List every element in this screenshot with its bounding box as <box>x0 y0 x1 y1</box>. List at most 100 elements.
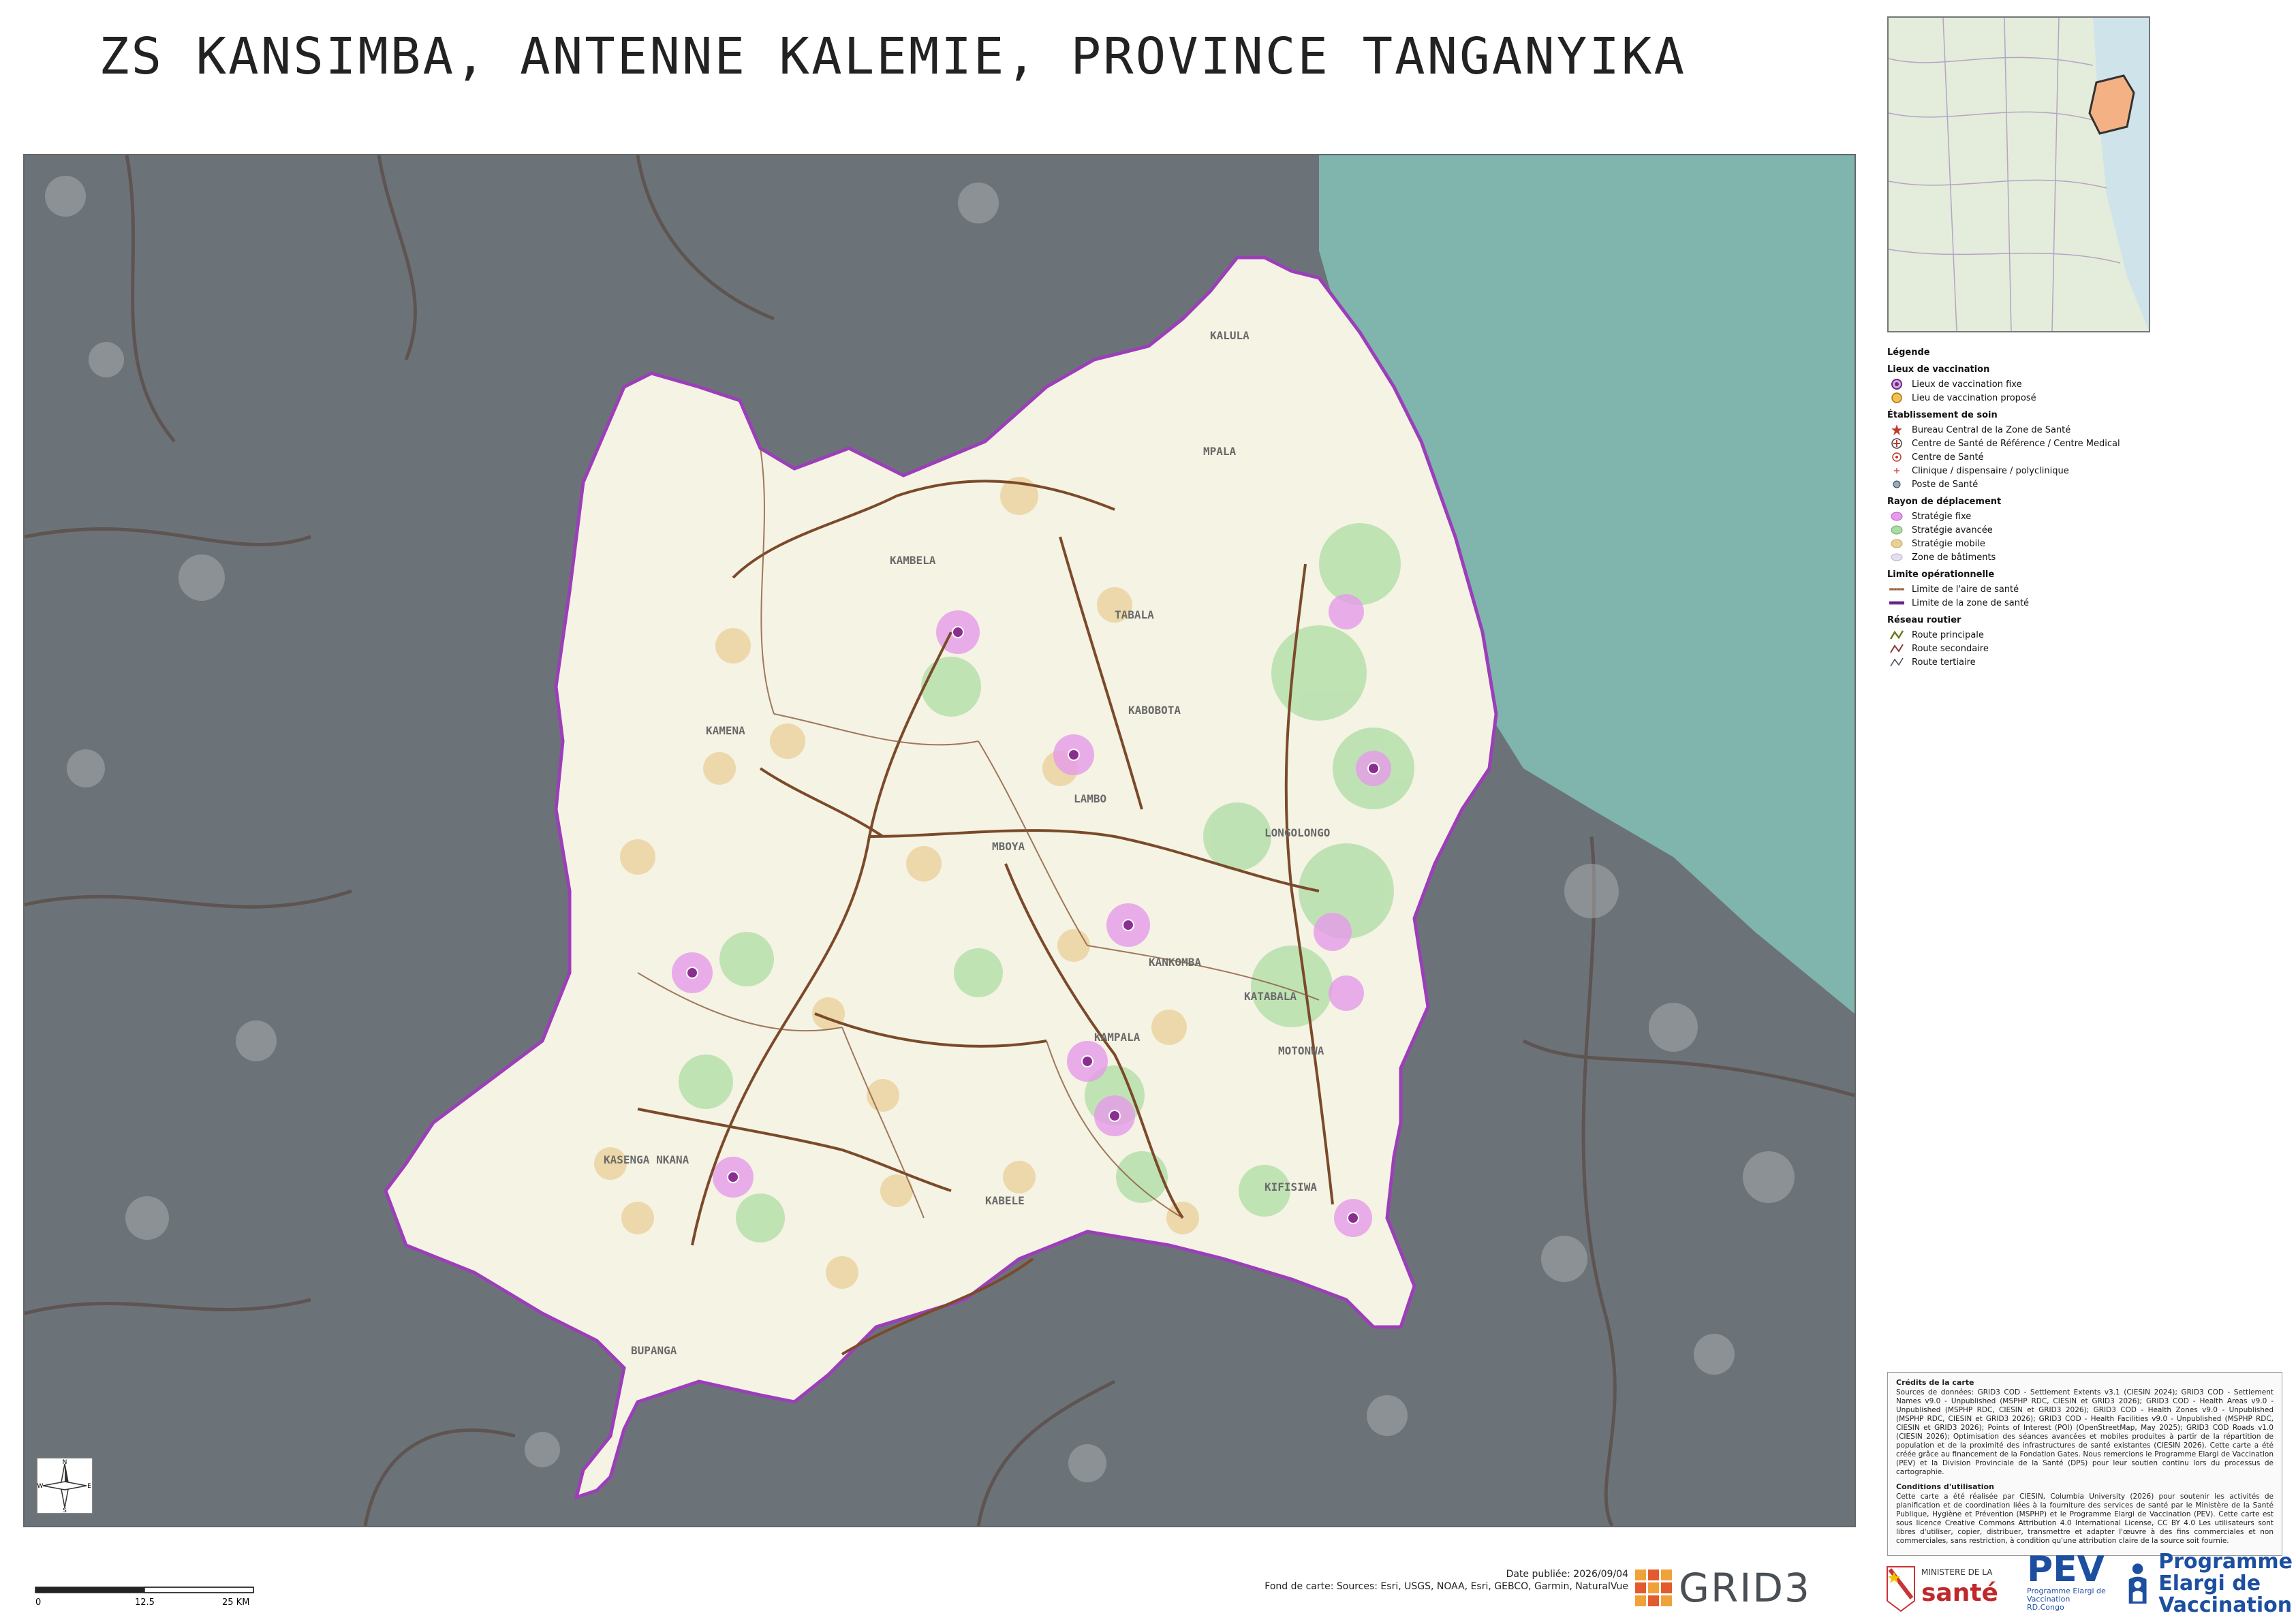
fixed-vaccination-icon <box>1887 378 1906 390</box>
legend-label: Bureau Central de la Zone de Santé <box>1912 424 2071 435</box>
legend-label: Route tertiaire <box>1912 657 1976 668</box>
main-map[interactable]: KALULA MPALA KAMBELA KAMENA KABOBOTA LAM… <box>23 154 1856 1527</box>
legend-label: Limite de l'aire de santé <box>1912 584 2019 595</box>
grid3-mark-icon <box>1635 1570 1672 1606</box>
place-label: KAMENA <box>706 724 745 737</box>
place-label: KABELE <box>985 1194 1025 1207</box>
place-label: TABALA <box>1115 608 1154 621</box>
north-arrow: N S E W <box>37 1458 93 1514</box>
legend-row: Stratégie fixe <box>1887 510 2269 523</box>
programme-elargi-text: Programme Elargi de Vaccination <box>2158 1551 2293 1617</box>
place-label: KALULA <box>1210 329 1250 342</box>
ministry-small-text: MINISTERE DE LA <box>1921 1567 1993 1577</box>
legend-row: Zone de bâtiments <box>1887 550 2269 564</box>
legend-row: Bureau Central de la Zone de Santé <box>1887 423 2269 437</box>
west-label: W <box>37 1483 44 1490</box>
legend-section-roads: Réseau routier <box>1887 615 1961 625</box>
legend-row: Lieu de vaccination proposé <box>1887 391 2269 405</box>
east-label: E <box>87 1483 91 1490</box>
legend-section-travel: Rayon de déplacement <box>1887 497 2002 507</box>
credits-box: Crédits de la carte Sources de données: … <box>1887 1372 2282 1556</box>
scale-label: 25 KM <box>222 1597 249 1608</box>
legend-row: Route tertiaire <box>1887 655 2269 669</box>
vaccination-family-icon <box>2128 1563 2147 1604</box>
legend-section-vaccination: Lieux de vaccination <box>1887 364 1990 375</box>
place-label: KABOBOTA <box>1128 704 1181 717</box>
legend-label: Stratégie avancée <box>1912 525 1993 535</box>
north-label: N <box>63 1459 67 1466</box>
credits-sources: Sources de données: GRID3 COD - Settleme… <box>1896 1388 2274 1476</box>
place-label: MOTONWA <box>1278 1044 1324 1057</box>
legend-title: Légende <box>1887 347 1930 358</box>
legend-section-facility: Établissement de soin <box>1887 410 1998 420</box>
fixed-strategy-swatch <box>1887 510 1906 522</box>
place-label: MPALA <box>1203 445 1237 458</box>
locator-inset-map <box>1887 16 2150 332</box>
inset-highlight-zone <box>2088 74 2135 135</box>
scale-label: 0 <box>35 1597 41 1608</box>
scale-label: 12.5 <box>135 1597 155 1608</box>
conditions-heading: Conditions d'utilisation <box>1896 1482 1994 1491</box>
star-icon <box>1887 424 1906 436</box>
pev-logo: PEV Programme Elargi de Vaccination RD.C… <box>2027 1552 2122 1617</box>
pev-logo-country: RD.Congo <box>2027 1603 2064 1612</box>
place-label: KASENGA NKANA <box>604 1153 689 1166</box>
proposed-vaccination-icon <box>1887 392 1906 404</box>
legend-label: Limite de la zone de santé <box>1912 597 2030 608</box>
ministry-of-health-logo: MINISTERE DE LA santé <box>1880 1553 2030 1614</box>
legend-label: Clinique / dispensaire / polyclinique <box>1912 465 2069 476</box>
legend-label: Route principale <box>1912 629 1984 640</box>
place-label: KAMBELA <box>890 554 936 567</box>
legend-label: Centre de Santé de Référence / Centre Me… <box>1912 438 2120 449</box>
main-road-line <box>1887 629 1906 641</box>
grid3-logo: GRID3 <box>1635 1564 1853 1612</box>
legend-label: Lieu de vaccination proposé <box>1912 392 2036 403</box>
legend-label: Stratégie mobile <box>1912 538 1985 549</box>
pev-logo-subtitle: Programme Elargi de Vaccination <box>2027 1587 2106 1604</box>
pev-logo-text: PEV <box>2027 1549 2105 1590</box>
ministry-big-text: santé <box>1921 1579 1998 1607</box>
grid3-logo-text: GRID3 <box>1679 1565 1811 1611</box>
legend-row: Limite de la zone de santé <box>1887 596 2269 610</box>
map-title: ZS KANSIMBA, ANTENNE KALEMIE, PROVINCE T… <box>98 27 1687 86</box>
legend-label: Zone de bâtiments <box>1912 552 1996 563</box>
tertiary-road-line <box>1887 656 1906 668</box>
map-canvas: KALULA MPALA KAMBELA KAMENA KABOBOTA LAM… <box>25 155 1855 1526</box>
health-post-icon <box>1887 478 1906 490</box>
legend-row: Route principale <box>1887 628 2269 642</box>
legend-row: Stratégie mobile <box>1887 537 2269 550</box>
legend-row: Poste de Santé <box>1887 478 2269 491</box>
legend-label: Poste de Santé <box>1912 479 1979 490</box>
clinic-icon <box>1887 465 1906 477</box>
place-label: KANKOMBA <box>1149 956 1201 969</box>
legend-row: Clinique / dispensaire / polyclinique <box>1887 464 2269 478</box>
cross-circle-icon <box>1887 437 1906 450</box>
mobile-strategy-swatch <box>1887 537 1906 550</box>
place-label: LONGOLONGO <box>1265 826 1330 839</box>
place-label: MBOYA <box>992 840 1025 853</box>
compass-icon: N S E W <box>37 1459 92 1514</box>
south-label: S <box>63 1508 67 1513</box>
legend-label: Route secondaire <box>1912 643 1989 654</box>
legend-label: Centre de Santé <box>1912 452 1984 463</box>
advanced-strategy-swatch <box>1887 524 1906 536</box>
inset-canvas <box>1889 18 2149 331</box>
scale-bar: 0 12.5 25 KM <box>33 1584 258 1612</box>
programme-line: Elargi de <box>2158 1572 2261 1595</box>
health-zone-boundary-line <box>1887 597 1906 609</box>
legend-row: Centre de Santé de Référence / Centre Me… <box>1887 437 2269 450</box>
programme-elargi-logo: Programme Elargi de Vaccination <box>2122 1546 2293 1621</box>
legend-panel: Légende Lieux de vaccination Lieux de va… <box>1887 347 2269 669</box>
basemap-source: Fond de carte: Sources: Esri, USGS, NOAA… <box>1265 1581 1628 1592</box>
place-label: KIFISIWA <box>1265 1181 1317 1193</box>
publication-date: Date publiée: 2026/09/04 <box>1506 1569 1628 1580</box>
place-label: BUPANGA <box>631 1344 677 1357</box>
place-label: LAMBO <box>1074 792 1106 805</box>
legend-label: Stratégie fixe <box>1912 511 1972 522</box>
programme-line: Vaccination <box>2158 1593 2293 1617</box>
legend-row: Lieux de vaccination fixe <box>1887 377 2269 391</box>
legend-row: Stratégie avancée <box>1887 523 2269 537</box>
legend-label: Lieux de vaccination fixe <box>1912 379 2022 390</box>
health-center-icon <box>1887 451 1906 463</box>
programme-line: Programme <box>2158 1550 2293 1574</box>
